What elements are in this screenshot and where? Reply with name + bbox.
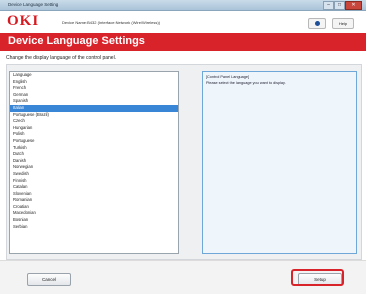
- header-buttons: Help: [302, 18, 354, 29]
- language-option[interactable]: German: [10, 92, 178, 99]
- language-option[interactable]: Italian: [10, 104, 178, 112]
- title-banner: Device Language Settings: [0, 33, 366, 51]
- language-option[interactable]: Macedonian: [10, 210, 178, 217]
- info-icon: [314, 21, 320, 26]
- help-label: Help: [338, 21, 348, 26]
- language-option[interactable]: Swedish: [10, 171, 178, 178]
- language-option[interactable]: Serbian: [10, 224, 178, 231]
- language-option[interactable]: Dutch: [10, 151, 178, 158]
- language-option[interactable]: Bosnian: [10, 217, 178, 224]
- minimize-button[interactable]: –: [323, 1, 334, 10]
- cancel-button[interactable]: Cancel: [27, 273, 71, 286]
- language-option[interactable]: Czech: [10, 118, 178, 125]
- language-option[interactable]: Slovenian: [10, 191, 178, 198]
- window-title: Device Language Setting: [8, 2, 59, 7]
- instruction-text: Change the display language of the contr…: [6, 55, 117, 61]
- language-option[interactable]: Finnish: [10, 178, 178, 185]
- language-option[interactable]: Portuguese (Brazil): [10, 112, 178, 119]
- language-option[interactable]: Turkish: [10, 145, 178, 152]
- language-option[interactable]: Hungarian: [10, 125, 178, 132]
- language-option[interactable]: Catalan: [10, 184, 178, 191]
- description-text: Please select the language you want to d…: [206, 81, 286, 85]
- help-button[interactable]: Help: [332, 18, 354, 29]
- language-list-header: Language: [13, 72, 32, 77]
- language-option[interactable]: Norwegian: [10, 164, 178, 171]
- page-title: Device Language Settings: [8, 35, 145, 47]
- language-option[interactable]: Spanish: [10, 98, 178, 105]
- maximize-button[interactable]: □: [334, 1, 345, 10]
- language-option[interactable]: Danish: [10, 158, 178, 165]
- description-box: [Control Panel Language] Please select t…: [202, 71, 357, 254]
- info-button[interactable]: [308, 18, 326, 29]
- close-button[interactable]: ✕: [345, 1, 362, 10]
- window-titlebar: Device Language Setting – □ ✕: [0, 0, 366, 11]
- setup-highlight: [291, 269, 344, 286]
- language-option[interactable]: French: [10, 85, 178, 92]
- language-option[interactable]: Romanian: [10, 197, 178, 204]
- language-list[interactable]: Language English French German Spanish Itali…: [9, 71, 179, 254]
- language-option[interactable]: Portuguese: [10, 138, 178, 145]
- language-option[interactable]: English: [10, 79, 178, 86]
- device-name: Device Name:B432 (Interface:Network (Wir…: [62, 20, 161, 25]
- language-option[interactable]: Croatian: [10, 204, 178, 211]
- description-title: [Control Panel Language]: [206, 75, 250, 79]
- language-option[interactable]: Polish: [10, 131, 178, 138]
- oki-logo: OKI: [7, 13, 40, 29]
- window-controls: – □ ✕: [323, 1, 362, 10]
